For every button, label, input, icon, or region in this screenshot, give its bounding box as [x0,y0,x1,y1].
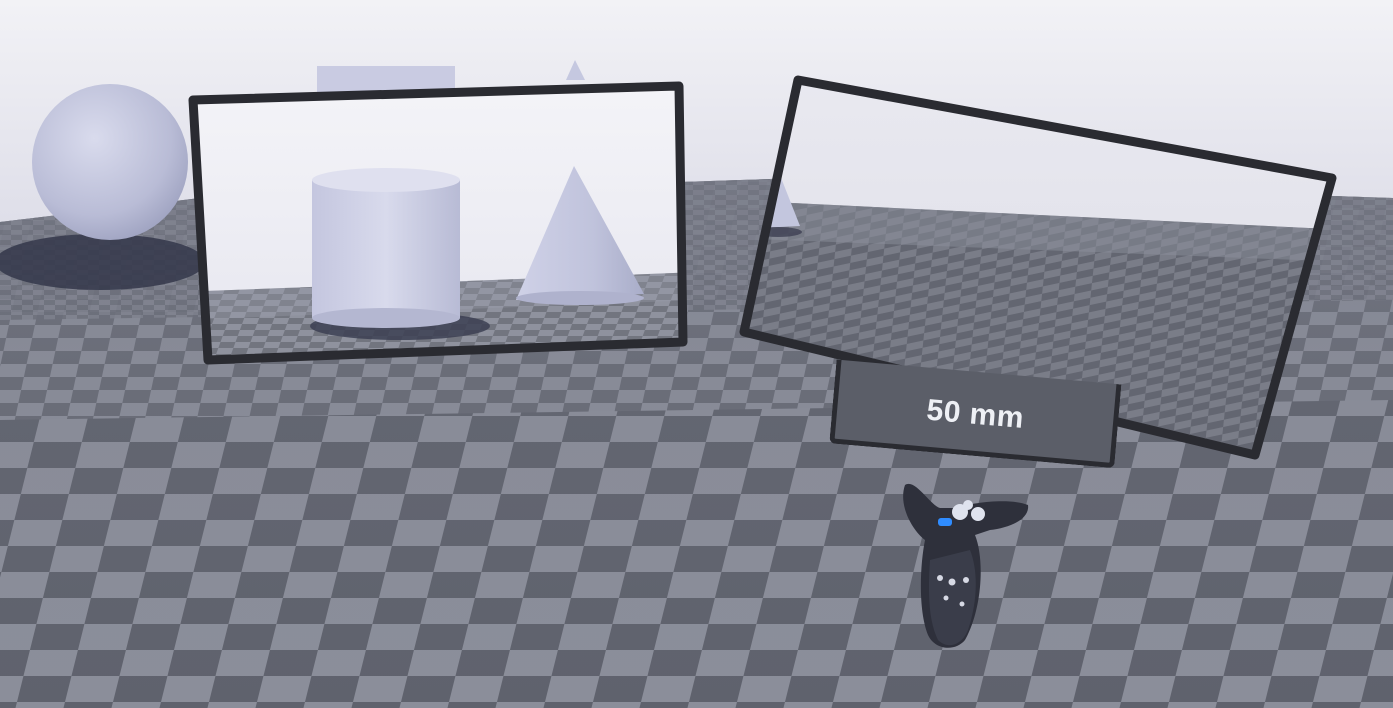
sphere [32,84,188,240]
sphere-shadow [0,234,205,290]
vr-viewport [0,0,1393,708]
camera-preview-panel-left[interactable] [180,80,700,370]
focal-length-text: 50 mm [925,393,1026,435]
